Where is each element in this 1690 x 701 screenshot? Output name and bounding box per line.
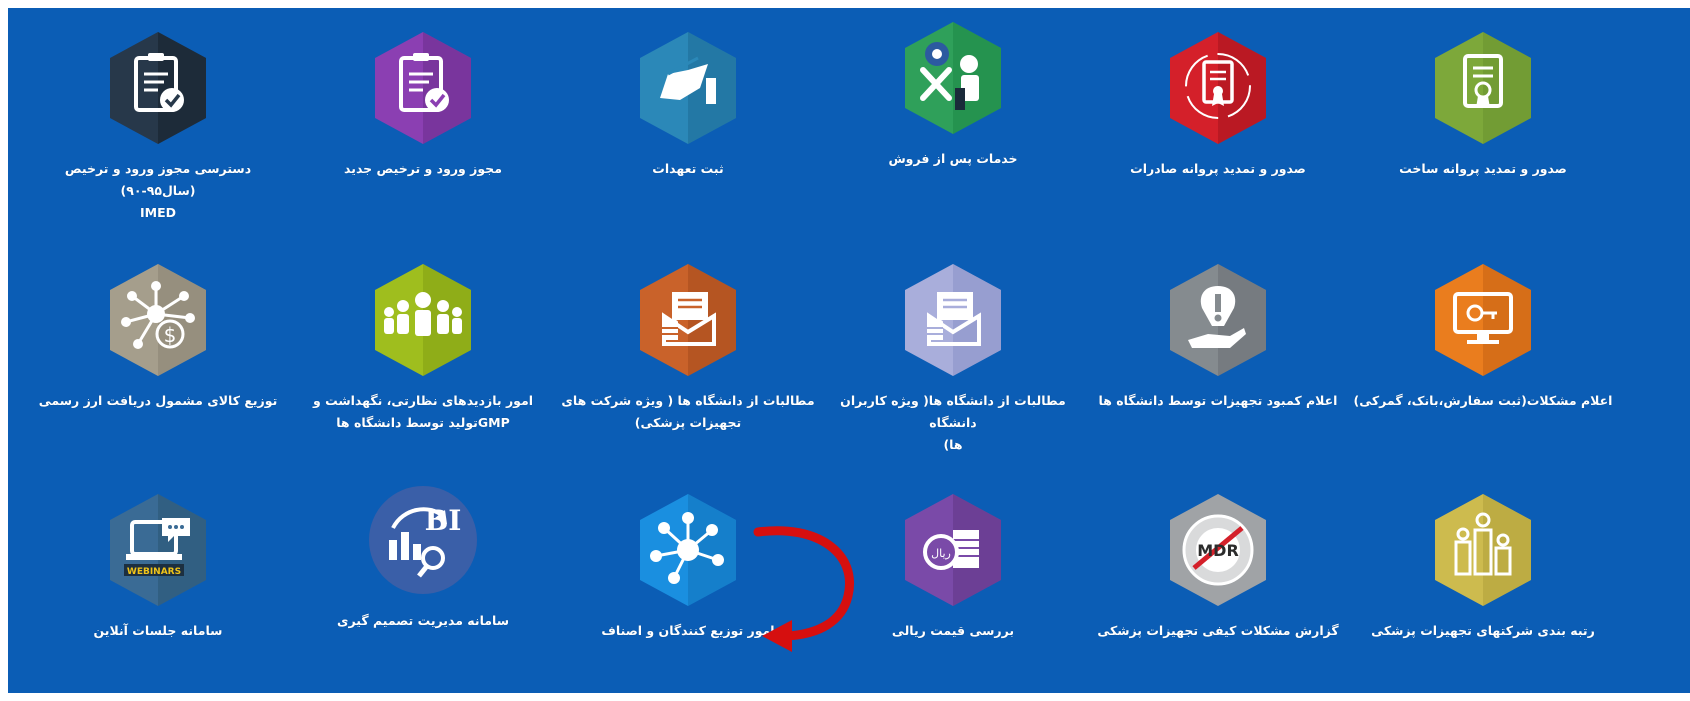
- dollar-sign: $: [164, 323, 177, 347]
- tile-label: سامانه مدیریت تصمیم گیری: [336, 613, 509, 628]
- tile-university-claims-companies[interactable]: مطالبات از دانشگاه ها ( ویژه شرکت های تج…: [553, 240, 823, 455]
- webinars-text: WEBINARS: [127, 567, 181, 577]
- certificate-icon: [1423, 28, 1543, 148]
- mdr-text: MDR: [1197, 541, 1239, 560]
- envelope-coins-icon: [628, 260, 748, 380]
- webinars-laptop-icon: WEBINARS: [98, 490, 218, 610]
- hand-alert-icon: [1158, 260, 1278, 380]
- tile-label: توزیع کالای مشمول دریافت ارز رسمی: [38, 393, 278, 408]
- mdr-seal-icon: MDR: [1158, 490, 1278, 610]
- tile-sublabel: IMED: [139, 205, 176, 220]
- tile-label: مجوز ورود و ترخیص جدید: [344, 161, 502, 176]
- tile-import-access-imed[interactable]: دسترسی مجوز ورود و ترخیص (سال۹۵-۹۰) IMED: [23, 8, 293, 223]
- tile-label: صدور و تمدید پروانه صادرات: [1130, 161, 1306, 176]
- tile-export-license[interactable]: صدور و تمدید پروانه صادرات: [1083, 8, 1353, 223]
- network-nodes-icon: [628, 490, 748, 610]
- tile-label: سامانه جلسات آنلاین: [93, 623, 223, 638]
- tile-sublabel: GMPتولید توسط دانشگاه ها: [336, 415, 510, 430]
- bi-analytics-icon: BI: [363, 480, 483, 600]
- rial-coins-icon: ریال: [893, 490, 1013, 610]
- tile-label: ثبت تعهدات: [652, 161, 724, 176]
- tile-label: گزارش مشکلات کیفی تجهیزات پزشکی: [1097, 623, 1339, 638]
- services-panel: صدور و تمدید پروانه ساخت صدور و تمدید پر…: [8, 8, 1690, 693]
- tile-online-meetings[interactable]: WEBINARS سامانه جلسات آنلاین: [23, 470, 293, 685]
- network-dollar-icon: $: [98, 260, 218, 380]
- tile-quality-problems-report[interactable]: MDR گزارش مشکلات کیفی تجهیزات پزشکی: [1083, 470, 1353, 685]
- tile-equipment-shortage[interactable]: اعلام کمبود تجهیزات توسط دانشگاه ها: [1083, 240, 1353, 455]
- tile-commitments[interactable]: ثبت تعهدات: [553, 8, 823, 223]
- tile-label: خدمات پس از فروش: [888, 151, 1018, 166]
- tile-inspection-visits[interactable]: امور بازدیدهای نظارتی، نگهداشت و GMPتولی…: [288, 240, 558, 455]
- clipboard-check-icon: [98, 28, 218, 148]
- tile-manufacturing-license[interactable]: صدور و تمدید پروانه ساخت: [1348, 8, 1618, 223]
- rial-text: ریال: [931, 547, 951, 560]
- certificate-ribbon-icon: [1158, 28, 1278, 148]
- ranking-people-icon: [1423, 490, 1543, 610]
- tile-label: صدور و تمدید پروانه ساخت: [1399, 161, 1567, 176]
- tile-decision-management[interactable]: BI سامانه مدیریت تصمیم گیری: [288, 460, 558, 675]
- tile-after-sales[interactable]: خدمات پس از فروش: [818, 8, 1088, 213]
- tile-label: اعلام مشکلات(ثبت سفارش،بانک، گمرکی): [1353, 393, 1613, 408]
- signing-hand-icon: [628, 28, 748, 148]
- clipboard-check-icon: [363, 28, 483, 148]
- tile-label: امور بازدیدهای نظارتی، نگهداشت و GMPتولی…: [292, 390, 554, 434]
- tile-university-claims-users[interactable]: مطالبات از دانشگاه ها( ویژه کاربران دانش…: [818, 240, 1088, 455]
- tile-sublabel: ها): [943, 437, 963, 452]
- tile-official-currency-goods[interactable]: $ توزیع کالای مشمول دریافت ارز رسمی: [23, 240, 293, 455]
- envelope-coins-icon: [893, 260, 1013, 380]
- repair-tools-icon: [893, 18, 1013, 138]
- tile-company-ranking[interactable]: رتبه بندی شرکتهای تجهیزات پزشکی: [1348, 470, 1618, 685]
- tile-label: اعلام کمبود تجهیزات توسط دانشگاه ها: [1098, 393, 1338, 408]
- tile-report-problems[interactable]: اعلام مشکلات(ثبت سفارش،بانک، گمرکی): [1348, 240, 1618, 455]
- tile-label: رتبه بندی شرکتهای تجهیزات پزشکی: [1371, 623, 1595, 638]
- tile-label: دسترسی مجوز ورود و ترخیص (سال۹۵-۹۰) IMED: [27, 158, 289, 224]
- tile-sublabel: تجهیزات پزشکی): [634, 415, 742, 430]
- people-group-icon: [363, 260, 483, 380]
- monitor-key-icon: [1423, 260, 1543, 380]
- tile-label: مطالبات از دانشگاه ها( ویژه کاربران دانش…: [822, 390, 1084, 456]
- curved-arrow-icon: [753, 526, 854, 652]
- tile-label: مطالبات از دانشگاه ها ( ویژه شرکت های تج…: [557, 390, 819, 434]
- tile-new-import-permit[interactable]: مجوز ورود و ترخیص جدید: [288, 8, 558, 223]
- bi-text: BI: [425, 504, 462, 537]
